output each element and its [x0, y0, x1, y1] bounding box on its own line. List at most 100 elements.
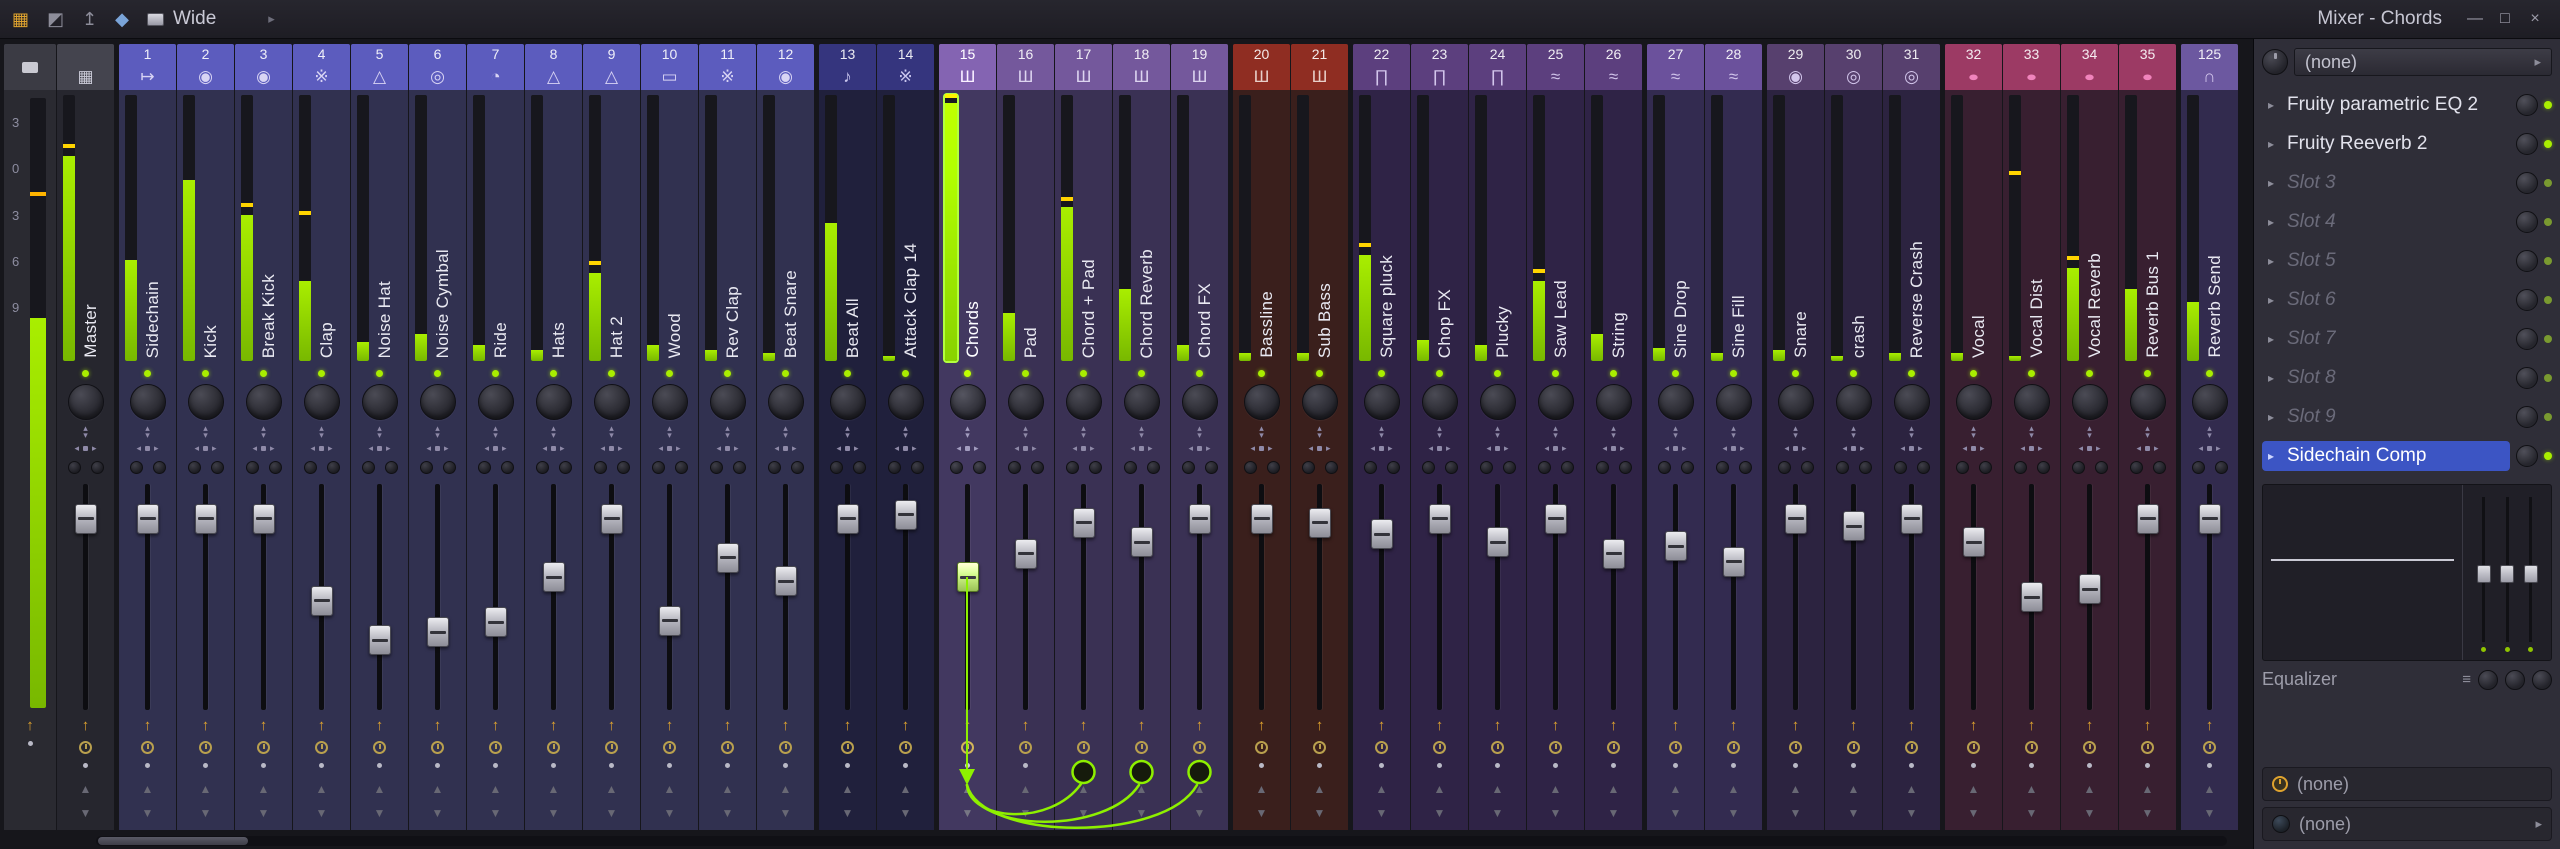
- mini-knob-left[interactable]: [2014, 461, 2027, 474]
- mini-knob-right[interactable]: [1089, 461, 1102, 474]
- clock-icon[interactable]: [1019, 741, 1032, 754]
- track-name[interactable]: Kick: [201, 325, 221, 358]
- scroll-down-triangle[interactable]: ▼: [548, 806, 560, 820]
- clock-icon[interactable]: [2141, 741, 2154, 754]
- mute-led[interactable]: [1553, 763, 1558, 768]
- pan-knob[interactable]: [1658, 384, 1694, 420]
- track-name[interactable]: Chord + Pad: [1079, 259, 1099, 358]
- track-header[interactable]: 24 ∏: [1469, 44, 1526, 90]
- stereo-separation-control[interactable]: ▴ ▾: [1705, 424, 1762, 440]
- mixer-track-strip[interactable]: 23 ∏ Chop FX ▴ ▾ ◂ ▸ ↑: [1411, 44, 1468, 830]
- scroll-down-triangle[interactable]: ▼: [258, 806, 270, 820]
- fx-slot-label[interactable]: Slot 3: [2287, 172, 2336, 194]
- scroll-up-triangle[interactable]: ▲: [2142, 782, 2154, 796]
- slot-mix-knob[interactable]: [2516, 133, 2538, 155]
- track-number[interactable]: 34: [2061, 44, 2118, 63]
- slot-enable-led[interactable]: [2544, 101, 2552, 109]
- clock-icon[interactable]: [1789, 741, 1802, 754]
- volume-fader[interactable]: [1767, 478, 1824, 716]
- scroll-up-triangle[interactable]: ▲: [1790, 782, 1802, 796]
- fader-handle[interactable]: [543, 562, 565, 592]
- mixer-track-strip[interactable]: 26 ≈ String ▴ ▾ ◂ ▸ ↑: [1585, 44, 1642, 830]
- track-header[interactable]: 21 Ш: [1291, 44, 1348, 90]
- mini-knob-right[interactable]: [1561, 461, 1574, 474]
- scroll-down-triangle[interactable]: ▼: [200, 806, 212, 820]
- volume-fader[interactable]: [235, 478, 292, 716]
- fx-slot-button[interactable]: ▸ Slot 6: [2262, 285, 2510, 315]
- track-enable-led[interactable]: [1585, 366, 1642, 380]
- track-header[interactable]: 29 ◉: [1767, 44, 1824, 90]
- fader-handle[interactable]: [1545, 504, 1567, 534]
- scroll-up-triangle[interactable]: ▲: [1906, 782, 1918, 796]
- scroll-down-triangle[interactable]: ▼: [1020, 806, 1032, 820]
- scroll-down-triangle[interactable]: ▼: [606, 806, 618, 820]
- route-to-master-icon[interactable]: ↑: [641, 716, 698, 736]
- clock-icon[interactable]: [1727, 741, 1740, 754]
- mini-knob-right[interactable]: [1267, 461, 1280, 474]
- mute-led[interactable]: [1731, 763, 1736, 768]
- track-enable-led[interactable]: [409, 366, 466, 380]
- track-enable-led[interactable]: [1469, 366, 1526, 380]
- slot-mix-knob[interactable]: [2516, 211, 2538, 233]
- stereo-separation-control[interactable]: ▴ ▾: [939, 424, 996, 440]
- mute-led[interactable]: [83, 763, 88, 768]
- fader-handle[interactable]: [1665, 531, 1687, 561]
- fader-handle[interactable]: [895, 500, 917, 530]
- track-name[interactable]: Clap: [317, 322, 337, 358]
- stereo-separation-control[interactable]: ▴ ▾: [1469, 424, 1526, 440]
- layout-selector[interactable]: Wide: [147, 8, 216, 30]
- mini-knob-right[interactable]: [1979, 461, 1992, 474]
- track-name[interactable]: Square pluck: [1377, 255, 1397, 358]
- minimize-button[interactable]: —: [2462, 10, 2488, 28]
- mini-knob-left[interactable]: [1364, 461, 1377, 474]
- track-name[interactable]: Sub Bass: [1315, 283, 1335, 358]
- mini-knob-left[interactable]: [304, 461, 317, 474]
- track-header[interactable]: 17 Ш: [1055, 44, 1112, 90]
- volume-fader[interactable]: [2181, 478, 2238, 716]
- pan-knob[interactable]: [2014, 384, 2050, 420]
- volume-fader[interactable]: [1171, 478, 1228, 716]
- stereo-separation-control[interactable]: ▴ ▾: [1055, 424, 1112, 440]
- fader-handle[interactable]: [195, 504, 217, 534]
- mini-knob-right[interactable]: [153, 461, 166, 474]
- time-send-row[interactable]: (none): [2262, 767, 2552, 801]
- mixer-track-strip[interactable]: 30 ◎ crash ▴ ▾ ◂ ▸ ↑: [1825, 44, 1882, 830]
- clock-icon[interactable]: [141, 741, 154, 754]
- track-header[interactable]: 18 Ш: [1113, 44, 1170, 90]
- mixer-track-strip[interactable]: 16 Ш Pad ▴ ▾ ◂ ▸ ↑: [997, 44, 1054, 830]
- track-name[interactable]: crash: [1849, 315, 1869, 358]
- mini-knob-left[interactable]: [362, 461, 375, 474]
- volume-fader[interactable]: [699, 478, 756, 716]
- track-enable-led[interactable]: [57, 366, 114, 380]
- stereo-separation-control[interactable]: ▴ ▾: [1527, 424, 1584, 440]
- eq-low-knob[interactable]: [2478, 670, 2498, 690]
- fader-handle[interactable]: [837, 504, 859, 534]
- fx-slot-button[interactable]: ▸ Slot 8: [2262, 363, 2510, 393]
- scroll-down-triangle[interactable]: ▼: [1790, 806, 1802, 820]
- scroll-up-triangle[interactable]: ▲: [1256, 782, 1268, 796]
- stereo-separation-control[interactable]: ▴ ▾: [2119, 424, 2176, 440]
- pan-knob[interactable]: [420, 384, 456, 420]
- track-enable-led[interactable]: [583, 366, 640, 380]
- slot-chevron-icon[interactable]: ▸: [2268, 98, 2279, 112]
- mute-led[interactable]: [1259, 763, 1264, 768]
- mini-knob-left[interactable]: [420, 461, 433, 474]
- track-number[interactable]: 26: [1585, 44, 1642, 63]
- slot-mix-knob[interactable]: [2516, 250, 2538, 272]
- scroll-down-triangle[interactable]: ▼: [490, 806, 502, 820]
- mini-knob-left[interactable]: [950, 461, 963, 474]
- scroll-down-triangle[interactable]: ▼: [2084, 806, 2096, 820]
- clock-icon[interactable]: [79, 741, 92, 754]
- track-number[interactable]: 8: [525, 44, 582, 63]
- mini-knob-right[interactable]: [2037, 461, 2050, 474]
- clock-icon[interactable]: [373, 741, 386, 754]
- fx-preset-dropdown[interactable]: (none) ▸: [2294, 48, 2552, 76]
- track-name[interactable]: Bassline: [1257, 291, 1277, 358]
- mini-knob-right[interactable]: [501, 461, 514, 474]
- track-number[interactable]: 13: [819, 44, 876, 63]
- pan-knob[interactable]: [1894, 384, 1930, 420]
- mute-led[interactable]: [319, 763, 324, 768]
- mini-knob-left[interactable]: [1538, 461, 1551, 474]
- scroll-up-triangle[interactable]: ▲: [1434, 782, 1446, 796]
- mini-knob-left[interactable]: [594, 461, 607, 474]
